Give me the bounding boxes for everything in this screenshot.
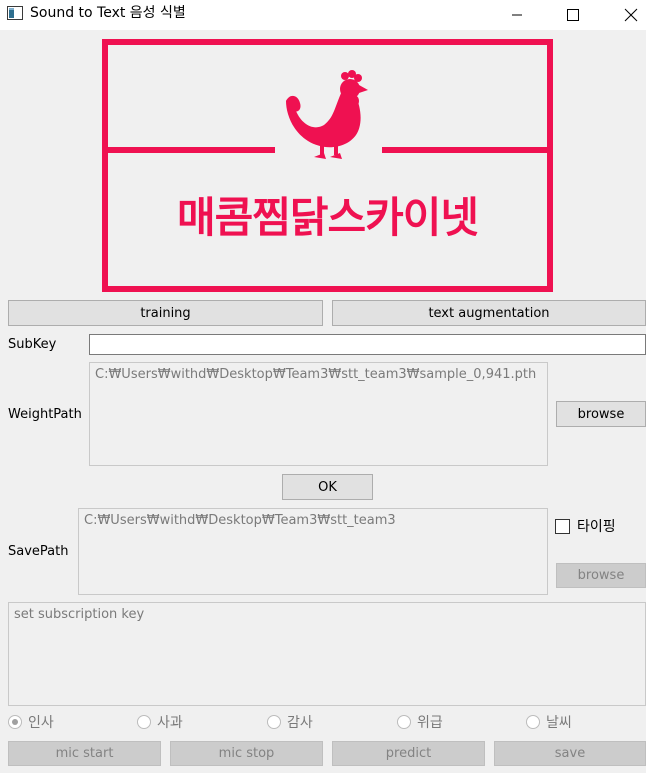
logo xyxy=(102,39,553,292)
mic-start-button[interactable]: mic start xyxy=(8,741,161,766)
radio-greeting[interactable]: 인사 xyxy=(8,712,54,732)
save-browse-button[interactable]: browse xyxy=(556,563,646,588)
radio-apology[interactable]: 사과 xyxy=(137,712,183,732)
weight-path-label: WeightPath xyxy=(8,407,82,422)
text-augmentation-button[interactable]: text augmentation xyxy=(332,300,646,326)
radio-label: 위급 xyxy=(417,715,443,731)
typing-label: 타이핑 xyxy=(577,519,616,535)
close-icon xyxy=(624,8,638,22)
weight-path-field: C:₩Users₩withd₩Desktop₩Team3₩stt_team3₩s… xyxy=(89,362,548,466)
maximize-icon xyxy=(567,9,579,21)
save-path-label: SavePath xyxy=(8,544,69,559)
radio-label: 날씨 xyxy=(546,715,572,731)
radio-circle[interactable] xyxy=(8,715,22,729)
minimize-button[interactable] xyxy=(494,0,540,30)
radio-emergency[interactable]: 위급 xyxy=(397,712,443,732)
radio-circle[interactable] xyxy=(267,715,281,729)
radio-circle[interactable] xyxy=(397,715,411,729)
window-title: Sound to Text 음성 식별 xyxy=(30,5,186,21)
logo-text: 매콤찜닭스카이넷 xyxy=(176,193,479,242)
radio-label: 사과 xyxy=(157,715,183,731)
minimize-icon xyxy=(512,14,522,16)
typing-checkbox[interactable] xyxy=(555,519,570,534)
maximize-button[interactable] xyxy=(550,0,596,30)
radio-circle[interactable] xyxy=(526,715,540,729)
log-textarea[interactable]: set subscription key xyxy=(8,602,646,706)
chicken-icon xyxy=(286,70,368,159)
app-icon xyxy=(7,6,23,20)
radio-label: 감사 xyxy=(287,715,313,731)
radio-label: 인사 xyxy=(28,715,54,731)
subkey-label: SubKey xyxy=(8,337,57,352)
radio-circle[interactable] xyxy=(137,715,151,729)
training-button[interactable]: training xyxy=(8,300,323,326)
radio-thanks[interactable]: 감사 xyxy=(267,712,313,732)
save-path-field: C:₩Users₩withd₩Desktop₩Team3₩stt_team3 xyxy=(78,508,548,595)
weight-browse-button[interactable]: browse xyxy=(556,401,646,427)
save-button[interactable]: save xyxy=(494,741,646,766)
predict-button[interactable]: predict xyxy=(332,741,485,766)
ok-button[interactable]: OK xyxy=(282,474,373,500)
radio-weather[interactable]: 날씨 xyxy=(526,712,572,732)
close-button[interactable] xyxy=(608,0,646,30)
mic-stop-button[interactable]: mic stop xyxy=(170,741,323,766)
subkey-input[interactable] xyxy=(89,334,646,355)
